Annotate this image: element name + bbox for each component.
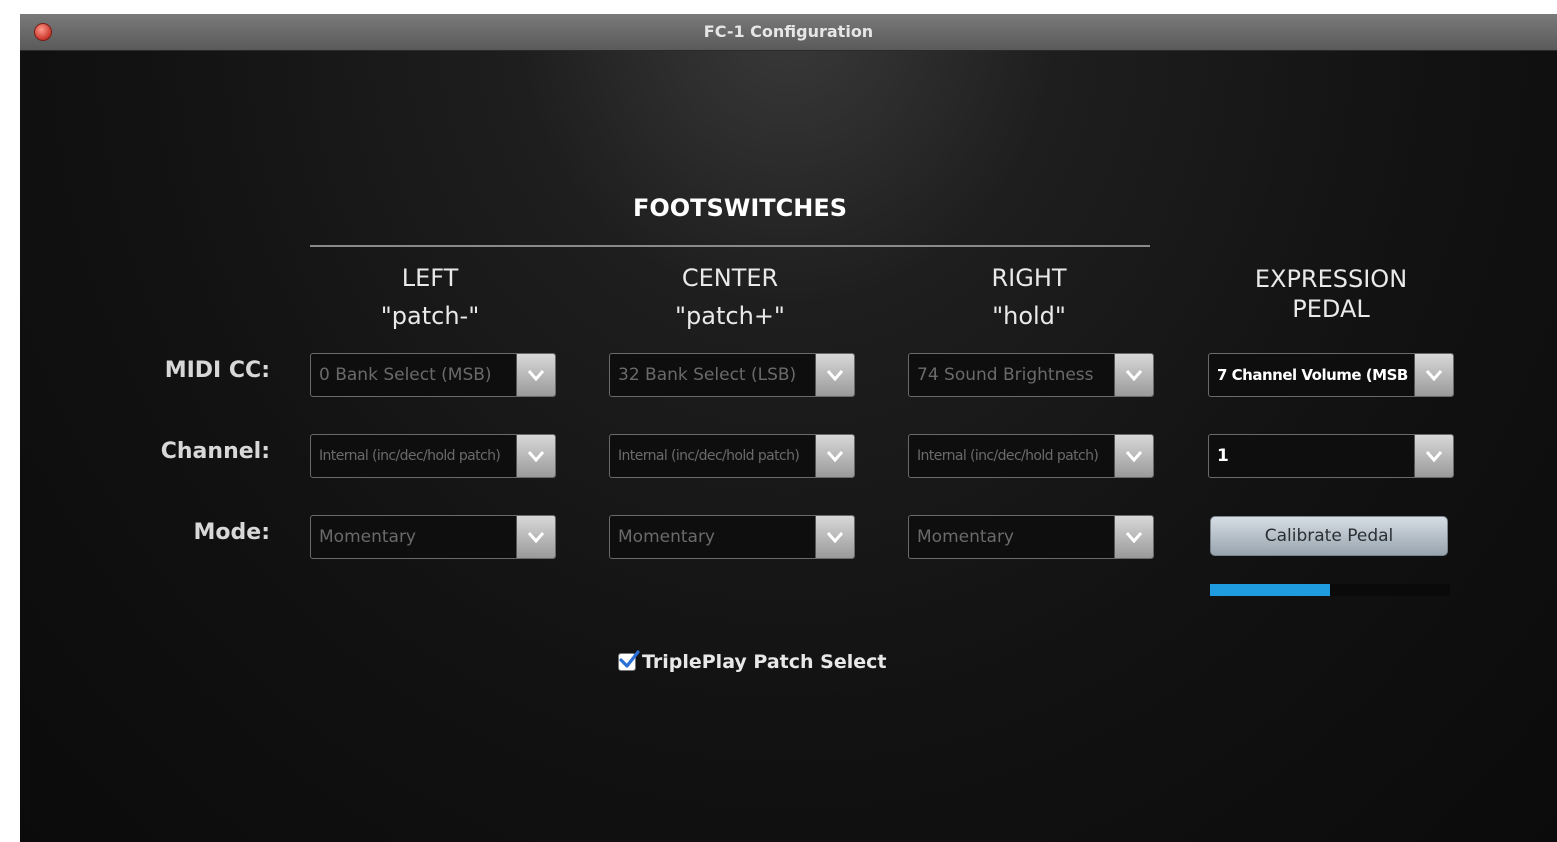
chevron-down-icon[interactable] xyxy=(815,516,854,558)
midi-cc-select-right[interactable]: 74 Sound Brightness xyxy=(908,353,1154,397)
chevron-down-icon[interactable] xyxy=(516,516,555,558)
chevron-down-icon[interactable] xyxy=(815,354,854,396)
column-function: "hold" xyxy=(992,302,1066,330)
midi-cc-select-center[interactable]: 32 Bank Select (LSB) xyxy=(609,353,855,397)
checkmark-icon xyxy=(619,650,640,668)
chevron-down-icon[interactable] xyxy=(1414,435,1453,477)
row-label-mode: Mode: xyxy=(193,520,270,545)
select-value: Internal (inc/dec/hold patch) xyxy=(917,448,1099,464)
column-header-expression-pedal: EXPRESSION PEDAL xyxy=(1206,264,1456,324)
column-function: "patch-" xyxy=(380,302,480,330)
select-value: 0 Bank Select (MSB) xyxy=(319,365,492,385)
footswitches-divider xyxy=(310,245,1150,247)
column-name: CENTER xyxy=(681,264,779,292)
chevron-down-icon[interactable] xyxy=(1114,435,1153,477)
chevron-down-icon[interactable] xyxy=(1414,354,1453,396)
select-value: 7 Channel Volume (MSB) xyxy=(1217,366,1409,384)
select-value: Internal (inc/dec/hold patch) xyxy=(319,448,501,464)
row-label-midi-cc: MIDI CC: xyxy=(164,358,270,383)
chevron-down-icon[interactable] xyxy=(516,435,555,477)
mode-select-left[interactable]: Momentary xyxy=(310,515,556,559)
chevron-down-icon[interactable] xyxy=(815,435,854,477)
tripleplay-patch-select[interactable]: TriplePlay Patch Select xyxy=(618,650,887,673)
select-value: 1 xyxy=(1217,446,1229,466)
channel-select-expression[interactable]: 1 xyxy=(1208,434,1454,478)
tripleplay-label: TriplePlay Patch Select xyxy=(642,651,887,673)
title-bar: FC-1 Configuration xyxy=(20,14,1557,51)
pedal-level-fill xyxy=(1210,584,1330,596)
column-function: "patch+" xyxy=(675,302,785,330)
channel-select-center[interactable]: Internal (inc/dec/hold patch) xyxy=(609,434,855,478)
mode-select-right[interactable]: Momentary xyxy=(908,515,1154,559)
channel-select-left[interactable]: Internal (inc/dec/hold patch) xyxy=(310,434,556,478)
column-name: PEDAL xyxy=(1292,295,1370,323)
tripleplay-checkbox[interactable] xyxy=(618,650,640,671)
select-value: Internal (inc/dec/hold patch) xyxy=(618,448,800,464)
channel-select-right[interactable]: Internal (inc/dec/hold patch) xyxy=(908,434,1154,478)
select-value: Momentary xyxy=(618,527,715,547)
select-value: Momentary xyxy=(917,527,1014,547)
app-window: FC-1 Configuration FOOTSWITCHES LEFT "pa… xyxy=(20,14,1557,842)
pedal-level-bar xyxy=(1210,584,1450,596)
column-header-right: RIGHT "hold" xyxy=(904,259,1154,335)
column-name: LEFT xyxy=(401,264,459,292)
chevron-down-icon[interactable] xyxy=(516,354,555,396)
column-header-left: LEFT "patch-" xyxy=(305,259,555,335)
chevron-down-icon[interactable] xyxy=(1114,516,1153,558)
mode-select-center[interactable]: Momentary xyxy=(609,515,855,559)
column-header-center: CENTER "patch+" xyxy=(605,259,855,335)
select-value: 32 Bank Select (LSB) xyxy=(618,365,797,385)
footswitches-heading: FOOTSWITCHES xyxy=(632,194,847,222)
column-name: EXPRESSION xyxy=(1254,265,1408,293)
chevron-down-icon[interactable] xyxy=(1114,354,1153,396)
window-title: FC-1 Configuration xyxy=(703,22,874,41)
column-name: RIGHT xyxy=(991,264,1067,292)
calibrate-pedal-button[interactable]: Calibrate Pedal xyxy=(1210,516,1448,556)
midi-cc-select-left[interactable]: 0 Bank Select (MSB) xyxy=(310,353,556,397)
row-label-channel: Channel: xyxy=(160,439,270,464)
select-value: Momentary xyxy=(319,527,416,547)
midi-cc-select-expression[interactable]: 7 Channel Volume (MSB) xyxy=(1208,353,1454,397)
select-value: 74 Sound Brightness xyxy=(917,365,1094,385)
